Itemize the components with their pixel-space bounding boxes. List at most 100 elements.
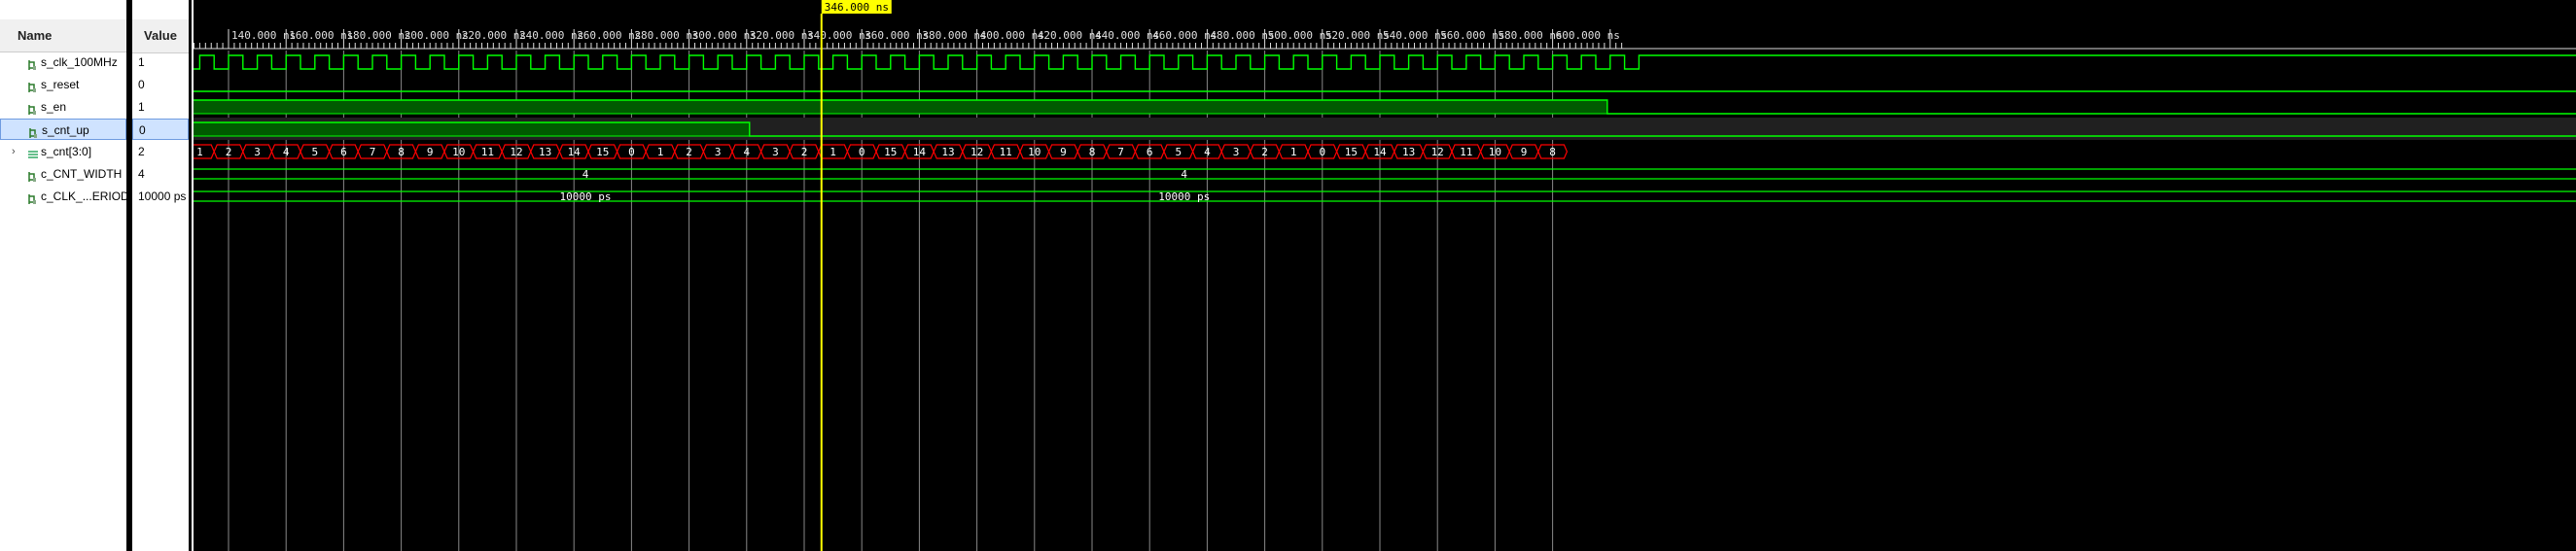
s-cnt-value-label: 1	[829, 146, 836, 158]
s-cnt-value-label: 4	[1204, 146, 1211, 158]
s-cnt-value-label: 7	[1117, 146, 1124, 158]
input-signal-icon	[28, 124, 38, 138]
waveform-canvas[interactable]: 140.000 ns160.000 ns180.000 ns200.000 ns…	[194, 0, 2576, 551]
ruler-tick-label: 180.000 ns	[346, 29, 410, 42]
ruler-tick-label: 460.000 ns	[1152, 29, 1217, 42]
ruler-tick-label: 560.000 ns	[1440, 29, 1504, 42]
signal-row-s-cnt-3-0[interactable]: › s_cnt[3:0]	[0, 141, 126, 162]
s-cnt-value-label: 1	[657, 146, 664, 158]
s-cnt-value-label: 15	[884, 146, 897, 158]
signal-value: 0	[138, 78, 145, 91]
signal-row-s-clk-100mhz[interactable]: s_clk_100MHz	[0, 52, 126, 73]
signal-value: 4	[138, 167, 145, 181]
s-clk-100mhz-waveform	[194, 54, 2576, 70]
value-column-header[interactable]: Value	[132, 19, 189, 53]
s-cnt-value-label: 11	[1000, 146, 1012, 158]
ruler-tick-label: 200.000 ns	[405, 29, 469, 42]
signal-row-c-clk-eriod[interactable]: c_CLK_...ERIOD	[0, 186, 129, 207]
s-cnt-value-label: 11	[1460, 146, 1472, 158]
signal-row-s-reset[interactable]: s_reset	[0, 74, 126, 95]
s-cnt-value-label: 2	[801, 146, 808, 158]
ruler-tick-label: 380.000 ns	[922, 29, 986, 42]
s-cnt-value-label: 6	[1147, 146, 1153, 158]
s-cnt-value-label: 14	[1373, 146, 1387, 158]
s-cnt-value-label: 2	[226, 146, 232, 158]
s-cnt-value-label: 12	[510, 146, 522, 158]
constant-icon	[27, 190, 37, 204]
ruler-tick-label: 220.000 ns	[462, 29, 526, 42]
ruler-tick-label: 500.000 ns	[1268, 29, 1332, 42]
s-cnt-value-label: 3	[254, 146, 261, 158]
s-cnt-value-label: 9	[1060, 146, 1067, 158]
signal-name: s_en	[41, 100, 67, 114]
signal-value: 1	[138, 55, 145, 69]
s-cnt-value-label: 2	[686, 146, 692, 158]
s-cnt-value-label: 0	[1319, 146, 1325, 158]
s-cnt-value-label: 15	[1345, 146, 1358, 158]
ruler-tick-label: 600.000 ns	[1556, 29, 1620, 42]
waveform-viewer: Name Value s_clk_100MHz 1 s_reset 0 s_en 1 s_c…	[0, 0, 2576, 551]
signal-name: s_cnt[3:0]	[41, 145, 92, 158]
signal-name: s_reset	[41, 78, 80, 91]
signal-row-s-en[interactable]: s_en	[0, 96, 126, 118]
input-signal-icon	[27, 56, 37, 70]
s-cnt-value-label: 13	[539, 146, 551, 158]
s-cnt-value-label: 0	[859, 146, 865, 158]
s-cnt-value-label: 8	[1549, 146, 1556, 158]
s-cnt-value-label: 3	[772, 146, 779, 158]
signal-name: c_CLK_...ERIOD	[41, 189, 129, 203]
ruler-tick-label: 160.000 ns	[289, 29, 353, 42]
s-cnt-value-label: 3	[715, 146, 722, 158]
c-clk-period-value-label: 10000 ps	[1158, 190, 1210, 203]
signal-name: s_clk_100MHz	[41, 55, 118, 69]
s-cnt-value-label: 12	[1431, 146, 1444, 158]
s-cnt-value-label: 13	[941, 146, 954, 158]
ruler-tick-label: 480.000 ns	[1210, 29, 1274, 42]
ruler-tick-label: 420.000 ns	[1038, 29, 1102, 42]
signal-row-c-cnt-width[interactable]: c_CNT_WIDTH	[0, 163, 126, 185]
s-cnt-value-label: 6	[340, 146, 347, 158]
cursor-time-label: 346.000 ns	[825, 1, 889, 14]
constant-icon	[27, 168, 37, 182]
s-cnt-value-label: 4	[743, 146, 750, 158]
s-cnt-value-label: 7	[370, 146, 376, 158]
s-cnt-value-label: 1	[1290, 146, 1297, 158]
ruler-tick-label: 540.000 ns	[1383, 29, 1447, 42]
c-cnt-width-value-label: 4	[582, 168, 589, 181]
signal-row-s-cnt-up[interactable]: s_cnt_up	[0, 119, 126, 140]
signal-list-panel: Name Value s_clk_100MHz 1 s_reset 0 s_en 1 s_c…	[0, 0, 189, 551]
s-cnt-value-label: 1	[196, 146, 203, 158]
s-cnt-value-label: 0	[628, 146, 635, 158]
ruler-tick-label: 400.000 ns	[980, 29, 1044, 42]
s-cnt-value-label: 5	[1175, 146, 1182, 158]
c-cnt-width-value-label: 4	[1181, 168, 1187, 181]
s-cnt-value-label: 11	[481, 146, 494, 158]
c-clk-period-value-label: 10000 ps	[560, 190, 612, 203]
s-cnt-value-label: 10	[1489, 146, 1501, 158]
signal-name: s_cnt_up	[42, 123, 89, 137]
signal-name: c_CNT_WIDTH	[41, 167, 123, 181]
s-cnt-value-label: 9	[427, 146, 434, 158]
ruler-tick-label: 580.000 ns	[1498, 29, 1562, 42]
bus-signal-icon	[27, 146, 38, 158]
s-cnt-value-label: 15	[596, 146, 609, 158]
s-cnt-up-high-fill	[194, 122, 750, 136]
s-cnt-value-label: 8	[398, 146, 405, 158]
s-cnt-value-label: 9	[1521, 146, 1528, 158]
s-cnt-value-label: 10	[452, 146, 465, 158]
waveform-area[interactable]: 140.000 ns 160.000 ns 180.000 ns 200.000 ns…	[192, 0, 2576, 551]
signal-value: 1	[138, 100, 145, 114]
s-cnt-value-label: 12	[970, 146, 983, 158]
name-column-header[interactable]: Name	[0, 19, 126, 52]
signal-value: 10000 ps	[138, 189, 187, 203]
s-en-high-fill	[194, 100, 1607, 114]
ruler-tick-label: 260.000 ns	[577, 29, 641, 42]
ruler-tick-label: 360.000 ns	[865, 29, 929, 42]
s-cnt-value-label: 14	[568, 146, 582, 158]
ruler-tick-label: 300.000 ns	[692, 29, 757, 42]
expand-chevron-icon[interactable]: ›	[12, 141, 16, 162]
ruler-tick-label: 520.000 ns	[1325, 29, 1390, 42]
s-cnt-value-label: 14	[913, 146, 927, 158]
s-cnt-value-label: 13	[1402, 146, 1415, 158]
s-cnt-value-label: 4	[283, 146, 290, 158]
